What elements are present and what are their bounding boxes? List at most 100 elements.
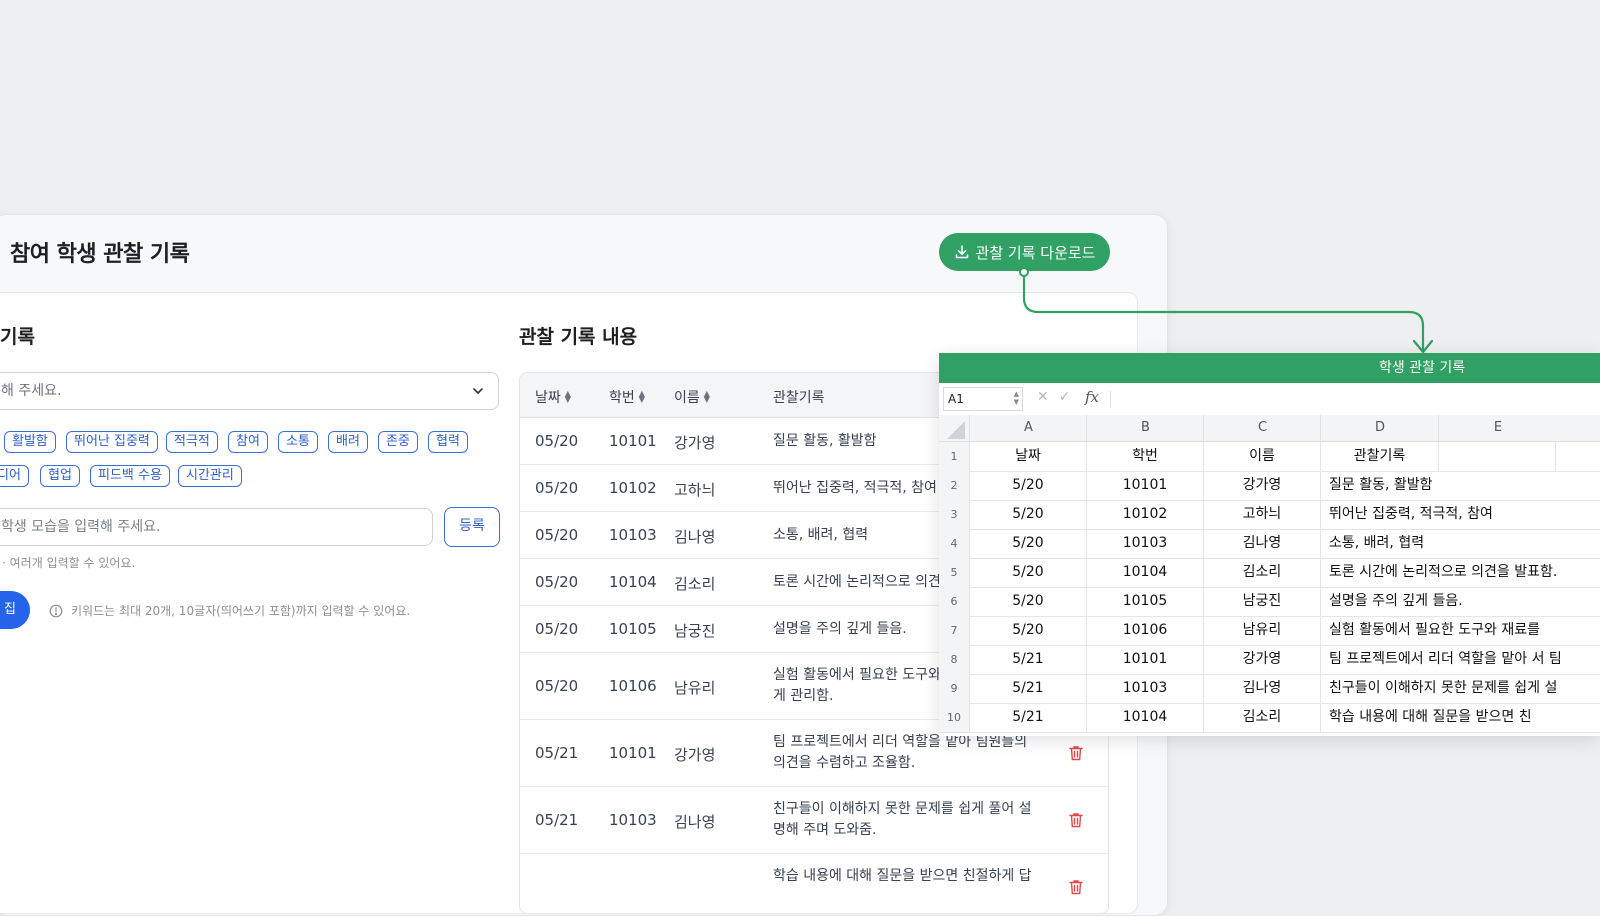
keyword-chip[interactable]: 협업 [40, 465, 80, 487]
sort-icon: ▲ ▼ [564, 389, 571, 404]
keyword-info: 키워드는 최대 20개, 10글자(띄어쓰기 포함)까지 입력할 수 있어요. [49, 602, 410, 619]
sheet-cell[interactable]: 실험 활동에서 필요한 도구와 재료를 [1320, 616, 1600, 645]
keyword-chip[interactable]: 배려 [328, 431, 368, 453]
sheet-cell[interactable]: 소통, 배려, 협력 [1320, 529, 1600, 558]
sheet-row: 1 날짜 학번 이름 관찰기록 [939, 442, 1600, 472]
sheet-cell[interactable]: 5/21 [969, 703, 1086, 732]
column-header[interactable]: B [1086, 415, 1204, 441]
sheet-cell[interactable]: 날짜 [969, 442, 1086, 471]
row-number[interactable]: 6 [939, 587, 970, 616]
sheet-cell[interactable]: 5/20 [969, 471, 1086, 500]
trash-icon[interactable] [1069, 879, 1083, 895]
sheet-cell[interactable]: 김소리 [1203, 703, 1320, 732]
spreadsheet-preview: 학생 관찰 기록 A1 ▲ ▼ ✕ ✓ fx A B C D E 1 날짜 학번 이름… [939, 353, 1600, 736]
row-number[interactable]: 5 [939, 558, 970, 587]
column-header[interactable]: A [969, 415, 1087, 441]
sort-icon: ▲ ▼ [638, 389, 645, 404]
sheet-cell[interactable]: 학습 내용에 대해 질문을 받으면 친 [1320, 703, 1600, 732]
table-row[interactable]: 05/21 10103 김나영 친구들이 이해하지 못한 문제를 쉽게 풀어 설… [520, 787, 1108, 854]
check-icon[interactable]: ✓ [1059, 389, 1071, 405]
sheet-cell[interactable]: 5/20 [969, 558, 1086, 587]
sheet-cell[interactable]: 10101 [1086, 645, 1203, 674]
sheet-cell[interactable]: 10106 [1086, 616, 1203, 645]
sheet-cell[interactable]: 이름 [1203, 442, 1320, 471]
row-number[interactable]: 4 [939, 529, 970, 558]
row-number[interactable]: 10 [939, 703, 970, 732]
column-id[interactable]: 학번 ▲ ▼ [609, 387, 645, 407]
row-number[interactable]: 3 [939, 500, 970, 529]
keyword-chip[interactable]: 소통 [278, 431, 318, 453]
table-row[interactable]: 학습 내용에 대해 질문을 받으면 친절하게 답 [520, 854, 1108, 913]
sheet-cell[interactable] [1438, 442, 1556, 471]
column-date-label: 날짜 [535, 390, 561, 406]
sheet-cell[interactable]: 관찰기록 [1320, 442, 1438, 471]
row-number[interactable]: 1 [939, 442, 970, 471]
sheet-cell[interactable]: 10103 [1086, 674, 1203, 703]
register-button[interactable]: 등록 [444, 507, 500, 547]
sheet-cell[interactable]: 5/20 [969, 529, 1086, 558]
column-date[interactable]: 날짜 ▲ ▼ [535, 387, 571, 407]
sheet-row: 6 5/20 10105 남궁진 설명을 주의 깊게 들음. [939, 587, 1600, 617]
row-number[interactable]: 7 [939, 616, 970, 645]
keyword-chip[interactable]: 디어 [0, 465, 29, 487]
sheet-cell[interactable]: 5/20 [969, 587, 1086, 616]
trash-icon[interactable] [1069, 745, 1083, 761]
sheet-cell[interactable]: 김나영 [1203, 529, 1320, 558]
sheet-cell[interactable]: 10104 [1086, 703, 1203, 732]
keyword-chip[interactable]: 시간관리 [178, 465, 242, 487]
sheet-cell[interactable]: 질문 활동, 활발함 [1320, 471, 1600, 500]
keyword-chip[interactable]: 적극적 [166, 431, 218, 453]
keyword-chip[interactable]: 피드백 수용 [90, 465, 170, 487]
sheet-cell[interactable]: 남궁진 [1203, 587, 1320, 616]
column-name[interactable]: 이름 ▲ ▼ [674, 387, 710, 407]
sheet-cell[interactable]: 김나영 [1203, 674, 1320, 703]
cell-id: 10103 [609, 811, 657, 829]
function-icon[interactable]: fx [1085, 388, 1099, 406]
sheet-cell[interactable]: 팀 프로젝트에서 리더 역할을 맡아 서 팀 [1320, 645, 1600, 674]
row-number[interactable]: 8 [939, 645, 970, 674]
sheet-cell[interactable]: 김소리 [1203, 558, 1320, 587]
trash-icon[interactable] [1069, 812, 1083, 828]
sheet-cell[interactable]: 토론 시간에 논리적으로 의견을 발표함. [1320, 558, 1600, 587]
row-number[interactable]: 2 [939, 471, 970, 500]
sheet-cell[interactable]: 강가영 [1203, 645, 1320, 674]
column-header[interactable]: C [1203, 415, 1321, 441]
student-select[interactable]: 해 주세요. [0, 372, 499, 410]
sheet-cell[interactable]: 설명을 주의 깊게 들음. [1320, 587, 1600, 616]
observation-input[interactable]: 학생 모습을 입력해 주세요. [0, 508, 433, 546]
sheet-cell[interactable]: 5/21 [969, 674, 1086, 703]
sheet-cell[interactable]: 10103 [1086, 529, 1203, 558]
column-header[interactable]: E [1438, 415, 1557, 441]
keyword-chip[interactable]: 활발함 [4, 431, 56, 453]
sheet-cell[interactable]: 친구들이 이해하지 못한 문제를 쉽게 설 [1320, 674, 1600, 703]
download-button[interactable]: 관찰 기록 다운로드 [939, 233, 1110, 271]
cell-name: 강가영 [674, 746, 716, 764]
sheet-cell[interactable]: 뛰어난 집중력, 적극적, 참여 [1320, 500, 1600, 529]
sheet-cell[interactable]: 5/21 [969, 645, 1086, 674]
sheet-cell[interactable]: 학번 [1086, 442, 1203, 471]
column-header[interactable]: D [1320, 415, 1439, 441]
cancel-icon[interactable]: ✕ [1037, 389, 1049, 405]
sheet-cell[interactable]: 5/20 [969, 500, 1086, 529]
sheet-cell[interactable]: 고하늬 [1203, 500, 1320, 529]
keyword-chip[interactable]: 뛰어난 집중력 [66, 431, 158, 453]
keyword-chip[interactable]: 존중 [378, 431, 418, 453]
row-number[interactable]: 9 [939, 674, 970, 703]
sheet-cell[interactable]: 강가영 [1203, 471, 1320, 500]
cell-observation: 학습 내용에 대해 질문을 받으면 친절하게 답 [773, 866, 1043, 887]
cell-date: 05/20 [535, 620, 579, 638]
name-box[interactable]: A1 ▲ ▼ [943, 387, 1023, 411]
sheet-cell[interactable]: 10105 [1086, 587, 1203, 616]
sheet-cell[interactable]: 10101 [1086, 471, 1203, 500]
select-all-corner[interactable] [947, 421, 965, 439]
sheet-cell[interactable]: 10104 [1086, 558, 1203, 587]
keyword-chip[interactable]: 협력 [428, 431, 468, 453]
observation-line: 명해 주며 도와줌. [773, 822, 877, 838]
sheet-cell[interactable]: 남유리 [1203, 616, 1320, 645]
info-icon [49, 604, 63, 617]
cell-id: 10104 [609, 573, 657, 591]
sheet-cell[interactable]: 10102 [1086, 500, 1203, 529]
keyword-chip[interactable]: 참여 [228, 431, 268, 453]
sheet-cell[interactable]: 5/20 [969, 616, 1086, 645]
download-icon [955, 245, 968, 259]
